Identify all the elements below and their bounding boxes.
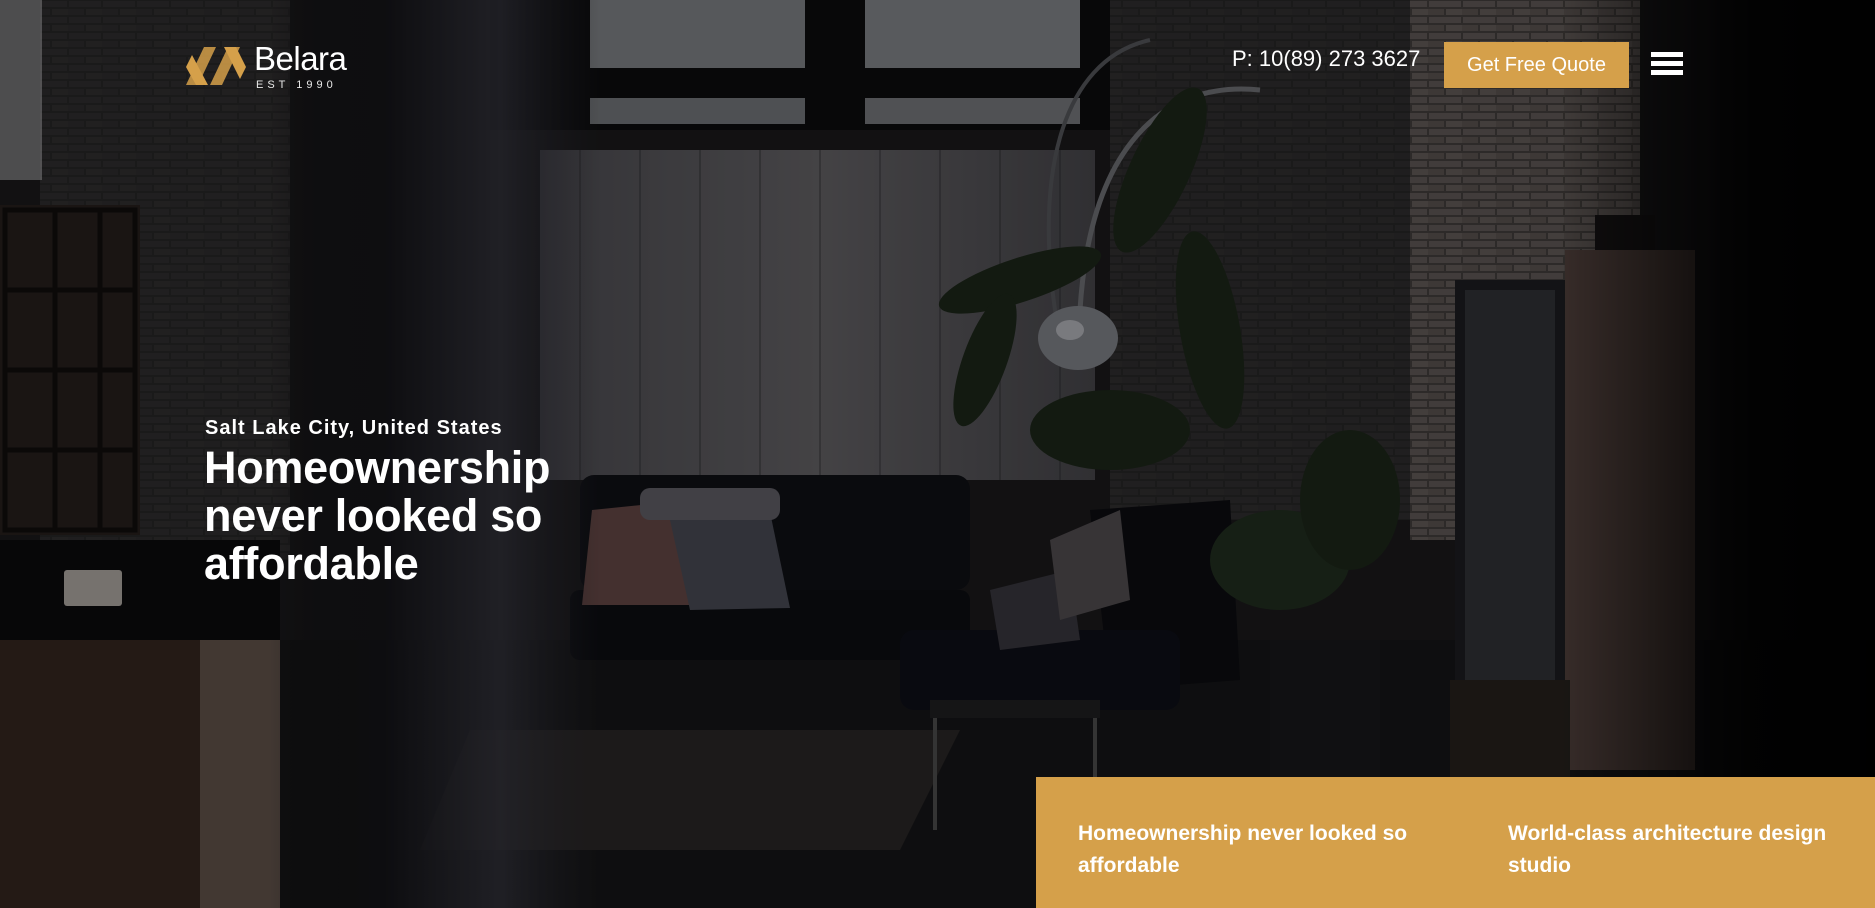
menu-bar <box>1651 52 1683 57</box>
feature-item[interactable]: Homeownership never looked so affordable <box>1078 818 1458 882</box>
logo-mark-icon <box>186 46 246 85</box>
brand-logo[interactable]: Belara EST 1990 <box>186 40 347 91</box>
hamburger-menu-icon[interactable] <box>1651 52 1683 76</box>
brand-name: Belara <box>254 40 347 77</box>
feature-panel: Homeownership never looked so affordable… <box>1036 777 1875 908</box>
hero-location: Salt Lake City, United States <box>205 417 503 439</box>
brand-established: EST 1990 <box>256 79 337 91</box>
hero-headline: Homeownership never looked so affordable <box>204 442 551 589</box>
phone-link[interactable]: P: 10(89) 273 3627 <box>1232 46 1420 72</box>
feature-item[interactable]: World-class architecture design studio <box>1508 818 1868 882</box>
menu-bar <box>1651 61 1683 66</box>
get-free-quote-button[interactable]: Get Free Quote <box>1444 42 1629 88</box>
hero-section: Belara EST 1990 P: 10(89) 273 3627 Get F… <box>0 0 1875 908</box>
menu-bar <box>1651 70 1683 75</box>
